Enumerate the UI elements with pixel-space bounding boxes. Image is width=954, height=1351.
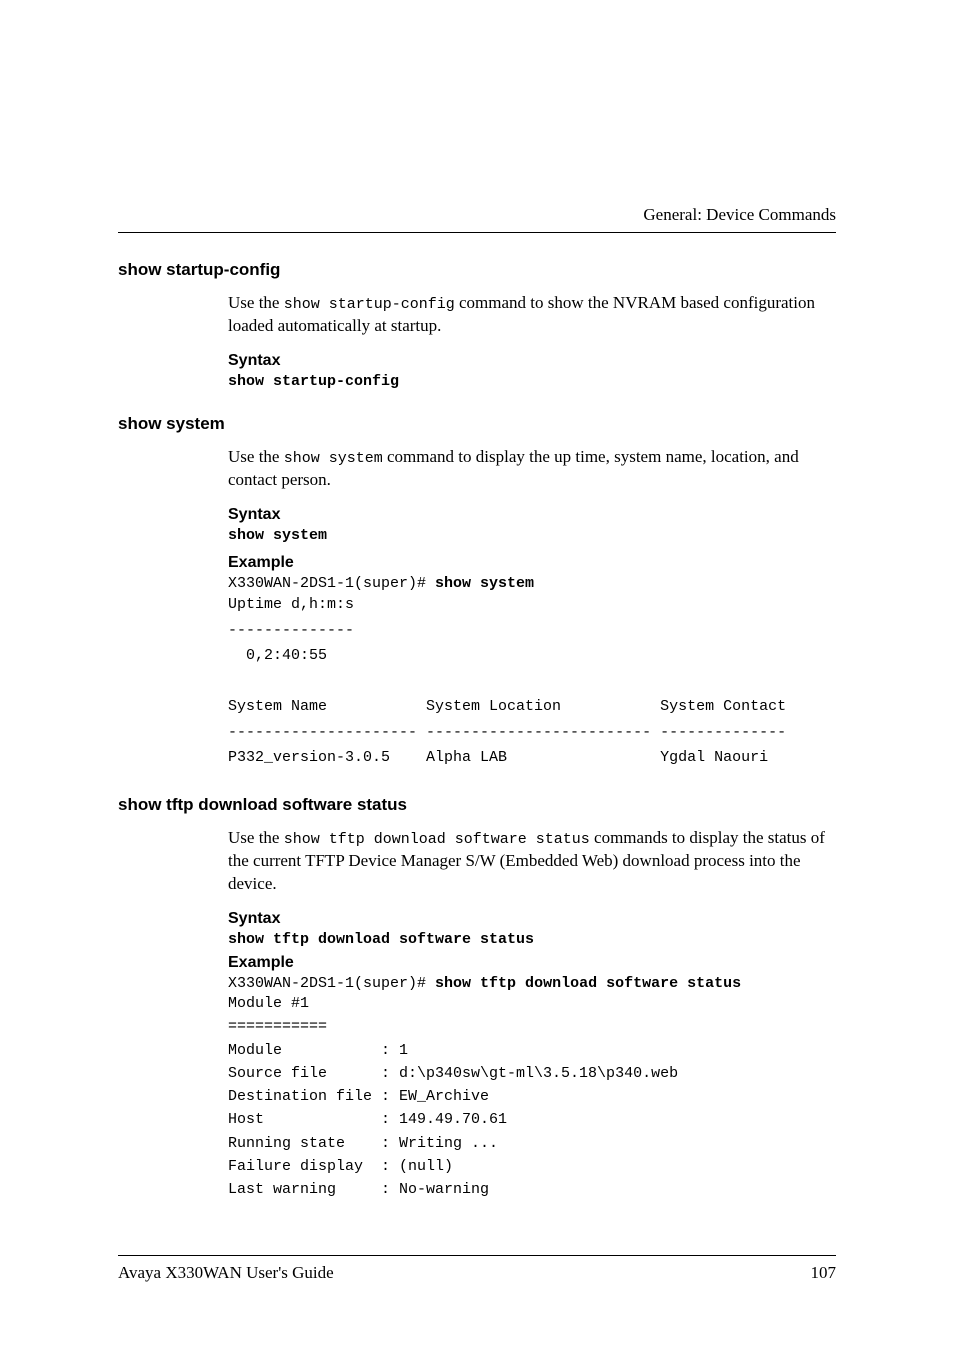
section-description: Use the show system command to display t…	[228, 446, 836, 492]
section-title: show tftp download software status	[118, 795, 836, 815]
example-prompt: X330WAN-2DS1-1(super)#	[228, 575, 435, 592]
footer-page-number: 107	[811, 1263, 837, 1283]
example-label: Example	[228, 954, 836, 972]
section-title: show system	[118, 414, 836, 434]
example-label: Example	[228, 554, 836, 572]
desc-pre: Use the	[228, 447, 284, 466]
desc-code: show startup-config	[284, 296, 455, 313]
footer-rule	[118, 1255, 836, 1256]
example-output: Uptime d,h:m:s -------------- 0,2:40:55 …	[228, 592, 836, 771]
example-prompt-line: X330WAN-2DS1-1(super)# show tftp downloa…	[228, 975, 836, 992]
example-output: Module #1 =========== Module : 1 Source …	[228, 992, 836, 1201]
section-description: Use the show tftp download software stat…	[228, 827, 836, 896]
syntax-code: show system	[228, 527, 836, 544]
footer-doc-title: Avaya X330WAN User's Guide	[118, 1263, 334, 1283]
footer: Avaya X330WAN User's Guide 107	[118, 1263, 836, 1283]
syntax-label: Syntax	[228, 910, 836, 928]
syntax-label: Syntax	[228, 506, 836, 524]
example-cmd: show system	[435, 575, 534, 592]
desc-pre: Use the	[228, 293, 284, 312]
syntax-label: Syntax	[228, 352, 836, 370]
page: General: Device Commands show startup-co…	[0, 0, 954, 1351]
header-chapter: General: Device Commands	[643, 205, 836, 225]
syntax-code: show startup-config	[228, 373, 836, 390]
desc-code: show tftp download software status	[284, 831, 590, 848]
section-show-startup-config: show startup-config Use the show startup…	[118, 260, 836, 390]
section-show-system: show system Use the show system command …	[118, 414, 836, 771]
example-prompt: X330WAN-2DS1-1(super)#	[228, 975, 435, 992]
example-prompt-line: X330WAN-2DS1-1(super)# show system	[228, 575, 836, 592]
section-title: show startup-config	[118, 260, 836, 280]
desc-code: show system	[284, 450, 383, 467]
example-cmd: show tftp download software status	[435, 975, 741, 992]
desc-pre: Use the	[228, 828, 284, 847]
header-rule	[118, 232, 836, 233]
content-area: show startup-config Use the show startup…	[118, 260, 836, 1201]
section-show-tftp: show tftp download software status Use t…	[118, 795, 836, 1201]
section-description: Use the show startup-config command to s…	[228, 292, 836, 338]
syntax-code: show tftp download software status	[228, 931, 836, 948]
